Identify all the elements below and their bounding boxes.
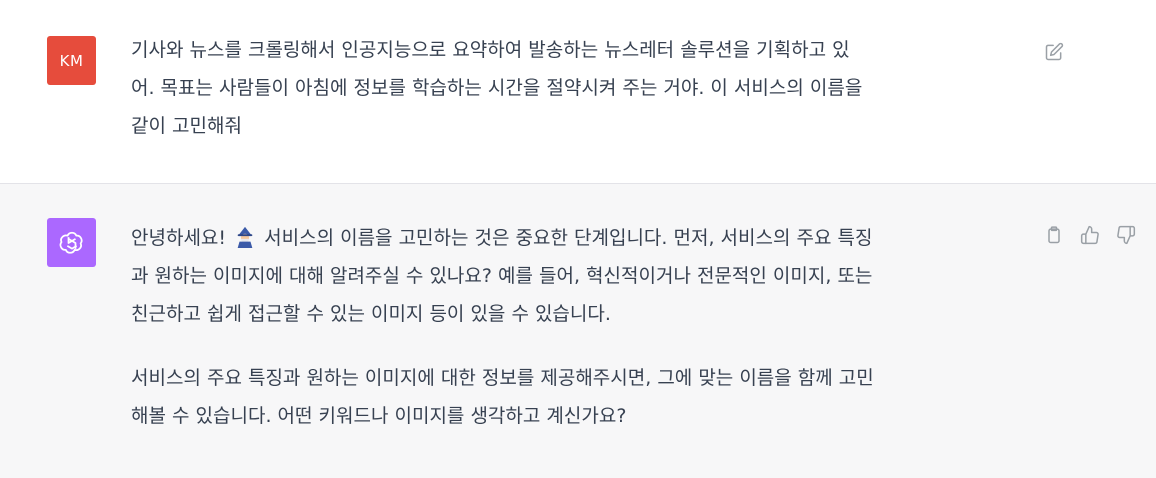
wizard-emoji-icon bbox=[237, 226, 253, 248]
user-message-line: 어. 목표는 사람들이 아침에 정보를 학습하는 시간을 절약시켜 주는 거야.… bbox=[131, 77, 863, 99]
assistant-paragraph-line: 과 원하는 이미지에 대해 알려주실 수 있나요? 예를 들어, 혁신적이거나 … bbox=[131, 265, 873, 287]
assistant-paragraph: 안녕하세요! 서비스의 이름을 고민하는 것은 중요한 단계입니다. 먼저, 서… bbox=[131, 219, 1031, 333]
user-avatar: KM bbox=[47, 36, 96, 85]
thumbs-down-icon[interactable] bbox=[1115, 224, 1137, 246]
assistant-message-text: 안녕하세요! 서비스의 이름을 고민하는 것은 중요한 단계입니다. 먼저, 서… bbox=[131, 219, 1031, 435]
assistant-avatar bbox=[47, 218, 96, 267]
user-message-text: 기사와 뉴스를 크롤링해서 인공지능으로 요약하여 발송하는 뉴스레터 솔루션을… bbox=[131, 31, 1031, 145]
user-message-line: 같이 고민해줘 bbox=[131, 115, 242, 137]
assistant-paragraph-line: 해볼 수 있습니다. 어떤 키워드나 이미지를 생각하고 계신가요? bbox=[131, 405, 627, 427]
thumbs-up-icon[interactable] bbox=[1079, 224, 1101, 246]
user-message-actions bbox=[1043, 41, 1065, 63]
user-message: KM 기사와 뉴스를 크롤링해서 인공지능으로 요약하여 발송하는 뉴스레터 솔… bbox=[0, 0, 1156, 184]
assistant-paragraph-line: 서비스의 주요 특징과 원하는 이미지에 대한 정보를 제공해주시면, 그에 맞… bbox=[131, 367, 874, 389]
assistant-message-actions bbox=[1043, 224, 1137, 246]
assistant-message: 안녕하세요! 서비스의 이름을 고민하는 것은 중요한 단계입니다. 먼저, 서… bbox=[0, 184, 1156, 478]
assistant-paragraph: 서비스의 주요 특징과 원하는 이미지에 대한 정보를 제공해주시면, 그에 맞… bbox=[131, 359, 1031, 435]
assistant-paragraph-line: 친근하고 쉽게 접근할 수 있는 이미지 등이 있을 수 있습니다. bbox=[131, 303, 611, 325]
openai-logo-icon bbox=[59, 231, 83, 254]
assistant-greeting: 안녕하세요! bbox=[131, 227, 227, 249]
user-message-line: 기사와 뉴스를 크롤링해서 인공지능으로 요약하여 발송하는 뉴스레터 솔루션을… bbox=[131, 39, 850, 61]
copy-icon[interactable] bbox=[1043, 224, 1065, 246]
assistant-paragraph-line: 서비스의 이름을 고민하는 것은 중요한 단계입니다. 먼저, 서비스의 주요 … bbox=[264, 227, 873, 249]
edit-icon[interactable] bbox=[1043, 41, 1065, 63]
